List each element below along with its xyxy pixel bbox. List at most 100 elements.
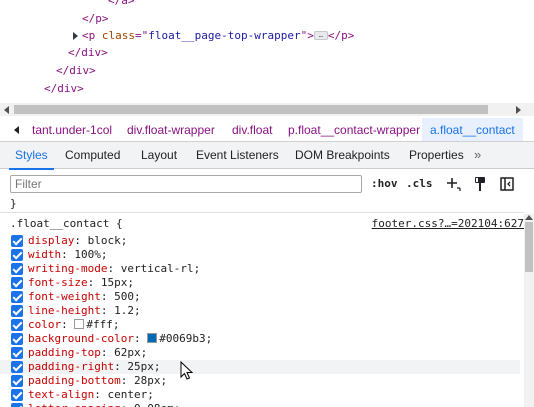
filter-input[interactable] bbox=[10, 175, 362, 193]
vertical-scrollbar-thumb[interactable] bbox=[525, 222, 533, 272]
declaration-checkbox[interactable] bbox=[11, 361, 23, 373]
scroll-right-arrow-icon[interactable] bbox=[516, 106, 521, 114]
css-declaration: background-color: #0069b3; bbox=[0, 332, 520, 346]
css-declaration: font-size: 15px; bbox=[0, 276, 520, 290]
tab-properties[interactable]: Properties bbox=[409, 142, 464, 169]
hov-button[interactable]: :hov bbox=[371, 176, 398, 192]
property-name[interactable]: writing-mode bbox=[28, 262, 107, 275]
declaration-text[interactable]: color: #fff; bbox=[28, 318, 120, 332]
tab-layout[interactable]: Layout bbox=[141, 142, 177, 169]
color-swatch[interactable] bbox=[147, 333, 158, 343]
declaration-checkbox[interactable] bbox=[11, 333, 23, 345]
breadcrumb-item[interactable]: div.float bbox=[230, 118, 274, 141]
tab-dom-breakpoints[interactable]: DOM Breakpoints bbox=[295, 142, 390, 169]
property-colon: : bbox=[94, 388, 108, 401]
declaration-text[interactable]: padding-right: 25px; bbox=[28, 360, 160, 374]
declaration-text[interactable]: font-size: 15px; bbox=[28, 276, 134, 290]
horizontal-scrollbar[interactable] bbox=[0, 103, 534, 116]
node-close-tag: </a> bbox=[108, 0, 135, 7]
declaration-checkbox[interactable] bbox=[11, 235, 23, 247]
declaration-checkbox[interactable] bbox=[11, 249, 23, 261]
declaration-checkbox[interactable] bbox=[11, 277, 23, 289]
declaration-text[interactable]: letter-spacing: 0.08em; bbox=[28, 402, 180, 407]
declaration-text[interactable]: font-weight: 500; bbox=[28, 290, 141, 304]
cls-button[interactable]: .cls bbox=[406, 176, 433, 192]
node-close-tag: </p> bbox=[82, 12, 109, 25]
tab-styles[interactable]: Styles bbox=[9, 142, 54, 170]
property-name[interactable]: line-height bbox=[28, 304, 101, 317]
declaration-checkbox[interactable] bbox=[11, 319, 23, 331]
property-value[interactable]: vertical-rl; bbox=[121, 262, 200, 275]
property-value[interactable]: #fff; bbox=[86, 318, 119, 331]
dom-tree-node[interactable]: </a> bbox=[108, 0, 135, 9]
collapsed-content-ellipsis[interactable]: … bbox=[313, 30, 328, 40]
declaration-text[interactable]: padding-bottom: 28px; bbox=[28, 374, 167, 388]
declaration-text[interactable]: background-color: #0069b3; bbox=[28, 332, 212, 346]
declaration-checkbox[interactable] bbox=[11, 347, 23, 359]
property-value[interactable]: 0.08em; bbox=[134, 402, 180, 407]
breadcrumb-item[interactable]: div.float-wrapper bbox=[125, 118, 217, 141]
toggle-sidebar-icon[interactable] bbox=[498, 175, 516, 193]
declaration-checkbox[interactable] bbox=[11, 291, 23, 303]
breadcrumb-item[interactable]: p.float__contact-wrapper bbox=[286, 118, 422, 141]
dom-tree-node[interactable]: </div> bbox=[68, 44, 108, 61]
declaration-text[interactable]: display: block; bbox=[28, 234, 127, 248]
source-link[interactable]: footer.css?…=202104:627 bbox=[372, 217, 524, 231]
property-name[interactable]: background-color bbox=[28, 332, 134, 345]
paint-brush-icon[interactable] bbox=[471, 175, 489, 193]
scrollbar-thumb[interactable] bbox=[14, 105, 488, 114]
declaration-text[interactable]: line-height: 1.2; bbox=[28, 304, 141, 318]
property-name[interactable]: width bbox=[28, 248, 61, 261]
color-swatch[interactable] bbox=[74, 319, 85, 329]
property-name[interactable]: letter-spacing bbox=[28, 402, 121, 407]
breadcrumb-scroll-left-icon[interactable] bbox=[0, 118, 28, 141]
more-tabs-icon[interactable]: » bbox=[474, 148, 481, 161]
rule-selector[interactable]: .float__contact { bbox=[10, 217, 123, 231]
vertical-scrollbar[interactable] bbox=[524, 214, 534, 407]
scroll-up-arrow-icon[interactable] bbox=[525, 215, 533, 220]
declaration-text[interactable]: width: 100%; bbox=[28, 248, 108, 262]
css-declaration: padding-top: 62px; bbox=[0, 346, 520, 360]
property-value[interactable]: 28px; bbox=[134, 374, 167, 387]
property-name[interactable]: font-weight bbox=[28, 290, 101, 303]
property-value[interactable]: 62px; bbox=[114, 346, 147, 359]
declaration-text[interactable]: writing-mode: vertical-rl; bbox=[28, 262, 200, 276]
dom-tree-node[interactable]: <p class="float__page-top-wrapper">… </p> bbox=[73, 27, 354, 44]
breadcrumb-item[interactable]: a.float__contact bbox=[422, 118, 523, 141]
property-value[interactable]: 1.2; bbox=[114, 304, 141, 317]
property-value[interactable]: 25px; bbox=[127, 360, 160, 373]
elements-dom-tree[interactable]: </a> </p> <p class="float__page-top-wrappe… bbox=[0, 0, 534, 103]
css-declaration: width: 100%; bbox=[0, 248, 520, 262]
new-style-rule-icon[interactable] bbox=[444, 175, 462, 193]
expand-triangle-icon[interactable] bbox=[73, 32, 78, 40]
property-name[interactable]: font-size bbox=[28, 276, 88, 289]
scroll-left-arrow-icon[interactable] bbox=[4, 106, 9, 114]
css-declaration: color: #fff; bbox=[0, 318, 520, 332]
property-value[interactable]: 15px; bbox=[101, 276, 134, 289]
property-value[interactable]: 500; bbox=[114, 290, 141, 303]
property-value[interactable]: block; bbox=[88, 234, 128, 247]
property-name[interactable]: padding-bottom bbox=[28, 374, 121, 387]
tab-computed[interactable]: Computed bbox=[65, 142, 120, 169]
declaration-checkbox[interactable] bbox=[11, 305, 23, 317]
tab-event-listeners[interactable]: Event Listeners bbox=[196, 142, 279, 169]
property-name[interactable]: padding-top bbox=[28, 346, 101, 359]
dom-tree-node[interactable]: </div> bbox=[56, 62, 96, 79]
property-name[interactable]: padding-right bbox=[28, 360, 114, 373]
declaration-checkbox[interactable] bbox=[11, 389, 23, 401]
declaration-checkbox[interactable] bbox=[11, 263, 23, 275]
dom-tree-node[interactable]: </p> bbox=[82, 10, 109, 27]
property-name[interactable]: color bbox=[28, 318, 61, 331]
declaration-text[interactable]: padding-top: 62px; bbox=[28, 346, 147, 360]
breadcrumb-item[interactable]: tant.under-1col bbox=[30, 118, 114, 141]
property-value[interactable]: center; bbox=[107, 388, 153, 401]
declaration-text[interactable]: text-align: center; bbox=[28, 388, 154, 402]
property-value[interactable]: 100%; bbox=[74, 248, 107, 261]
declaration-checkbox[interactable] bbox=[11, 403, 23, 407]
declaration-checkbox[interactable] bbox=[11, 375, 23, 387]
node-close-tag: </div> bbox=[56, 64, 96, 77]
dom-tree-node[interactable]: </div> bbox=[44, 80, 84, 97]
property-name[interactable]: text-align bbox=[28, 388, 94, 401]
property-value[interactable]: #0069b3; bbox=[159, 332, 212, 345]
property-name[interactable]: display bbox=[28, 234, 74, 247]
